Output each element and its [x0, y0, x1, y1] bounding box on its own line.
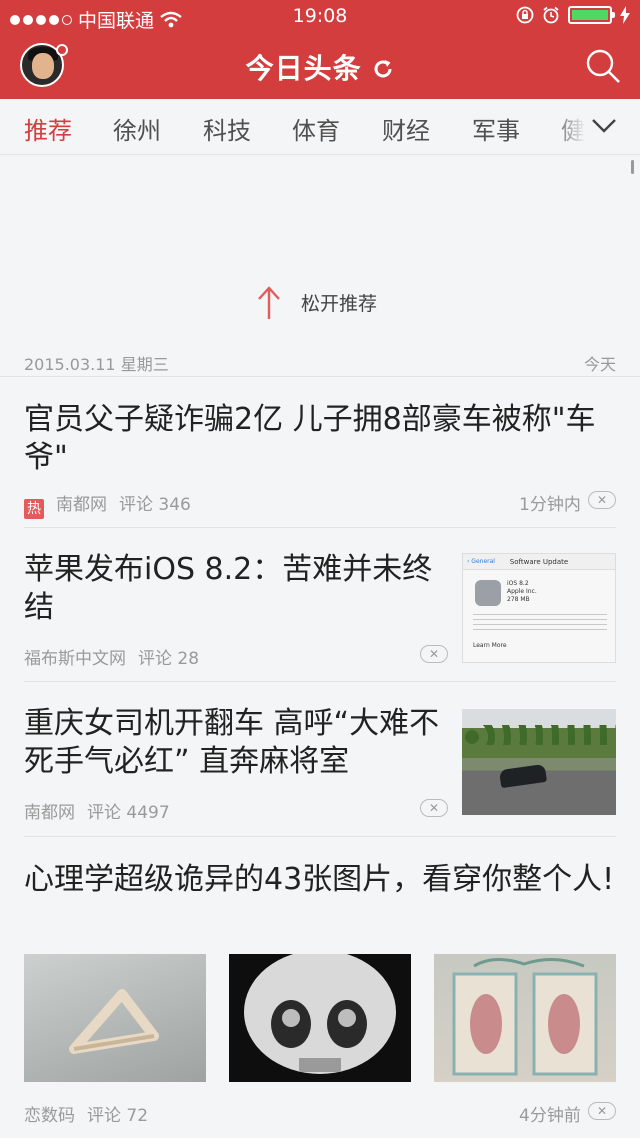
row-divider: [24, 527, 616, 528]
alarm-icon: [543, 6, 559, 24]
today-label: 今天: [583, 355, 616, 374]
arrow-up-icon: [258, 286, 280, 319]
article-comments: 评论 346: [119, 495, 191, 515]
drawing-hands-graphic: [452, 958, 598, 1076]
chevron-down-icon[interactable]: [591, 116, 617, 136]
article-title[interactable]: 重庆女司机开翻车 高呼“大难不死手气必红” 直奔麻将室: [24, 705, 454, 781]
tab-sports[interactable]: 体育: [292, 111, 340, 146]
tab-recommend[interactable]: 推荐: [24, 111, 72, 146]
article-thumbnail[interactable]: Software Update ‹ General iOS 8.2 Apple …: [462, 553, 616, 663]
thumb-back-link: ‹ General: [467, 558, 495, 565]
article-meta: 南都网 评论 4497: [24, 798, 170, 823]
dismiss-button[interactable]: ✕: [588, 1102, 616, 1120]
date-line: 2015.03.11 星期三 今天: [24, 351, 616, 375]
thumb-update-name: iOS 8.2: [507, 580, 529, 587]
scroll-indicator[interactable]: [631, 160, 634, 174]
charging-icon: [620, 6, 630, 24]
hot-badge: 热: [24, 499, 44, 519]
pull-refresh-text: 松开推荐: [301, 293, 378, 315]
refresh-icon: [374, 60, 392, 78]
article-time: 1分钟内: [519, 495, 581, 515]
dismiss-button[interactable]: ✕: [588, 491, 616, 509]
article-title[interactable]: 官员父子疑诈骗2亿 儿子拥8部豪车被称"车爷": [24, 401, 616, 477]
app-title[interactable]: 今日头条: [0, 47, 640, 87]
article-time: 4分钟前: [519, 1106, 581, 1126]
thumb-description: [473, 614, 607, 630]
article-comments: 评论 28: [138, 649, 200, 669]
skull-illusion-graphic: [244, 954, 396, 1074]
article-thumbnail[interactable]: [462, 709, 616, 815]
article-source: 南都网: [24, 803, 75, 823]
battery-icon: [568, 6, 615, 24]
rotation-lock-icon: [516, 6, 534, 24]
article-image-skull[interactable]: [229, 954, 411, 1082]
article-comments: 评论 4497: [87, 803, 170, 823]
channel-tabs: 推荐 徐州 科技 体育 财经 军事 健: [0, 99, 640, 155]
article-meta: 热南都网 评论 346: [24, 490, 191, 519]
article-source: 恋数码: [24, 1106, 75, 1126]
article-source: 南都网: [56, 495, 107, 515]
dismiss-button[interactable]: ✕: [420, 799, 448, 817]
article-source: 福布斯中文网: [24, 649, 126, 669]
date-text: 2015.03.11 星期三: [24, 355, 169, 374]
status-right: [516, 6, 630, 24]
app-title-text: 今日头条: [245, 52, 362, 85]
tab-finance[interactable]: 财经: [382, 111, 430, 146]
dismiss-button[interactable]: ✕: [420, 645, 448, 663]
article-image-hands[interactable]: [434, 954, 616, 1082]
row-divider: [24, 681, 616, 682]
impossible-triangle-graphic: [69, 989, 159, 1054]
thumb-update-info: iOS 8.2 Apple Inc. 278 MB: [507, 580, 537, 604]
article-comments: 评论 72: [87, 1106, 149, 1126]
thumb-update-vendor: Apple Inc.: [507, 588, 537, 595]
article-title[interactable]: 苹果发布iOS 8.2：苦难并未终结: [24, 551, 444, 627]
article-title[interactable]: 心理学超级诡异的43张图片，看穿你整个人!: [24, 861, 616, 899]
article-meta: 恋数码 评论 72: [24, 1101, 148, 1126]
search-icon[interactable]: [585, 48, 621, 84]
row-divider: [24, 836, 616, 837]
thumb-update-size: 278 MB: [507, 596, 530, 603]
article-image-triangle[interactable]: [24, 954, 206, 1082]
tab-tech[interactable]: 科技: [203, 111, 251, 146]
status-bar: 中国联通 19:08: [0, 0, 640, 34]
tab-xuzhou[interactable]: 徐州: [113, 111, 161, 146]
top-bar: 中国联通 19:08 今日头条: [0, 0, 640, 99]
settings-gear-icon: [475, 580, 501, 606]
divider: [0, 376, 640, 377]
article-meta: 福布斯中文网 评论 28: [24, 644, 199, 669]
pull-to-refresh: 松开推荐: [0, 285, 640, 321]
thumb-overturned-car: [498, 763, 548, 789]
thumb-trees: [462, 725, 616, 745]
thumb-learn-more: Learn More: [473, 642, 507, 649]
tab-military[interactable]: 军事: [472, 111, 520, 146]
